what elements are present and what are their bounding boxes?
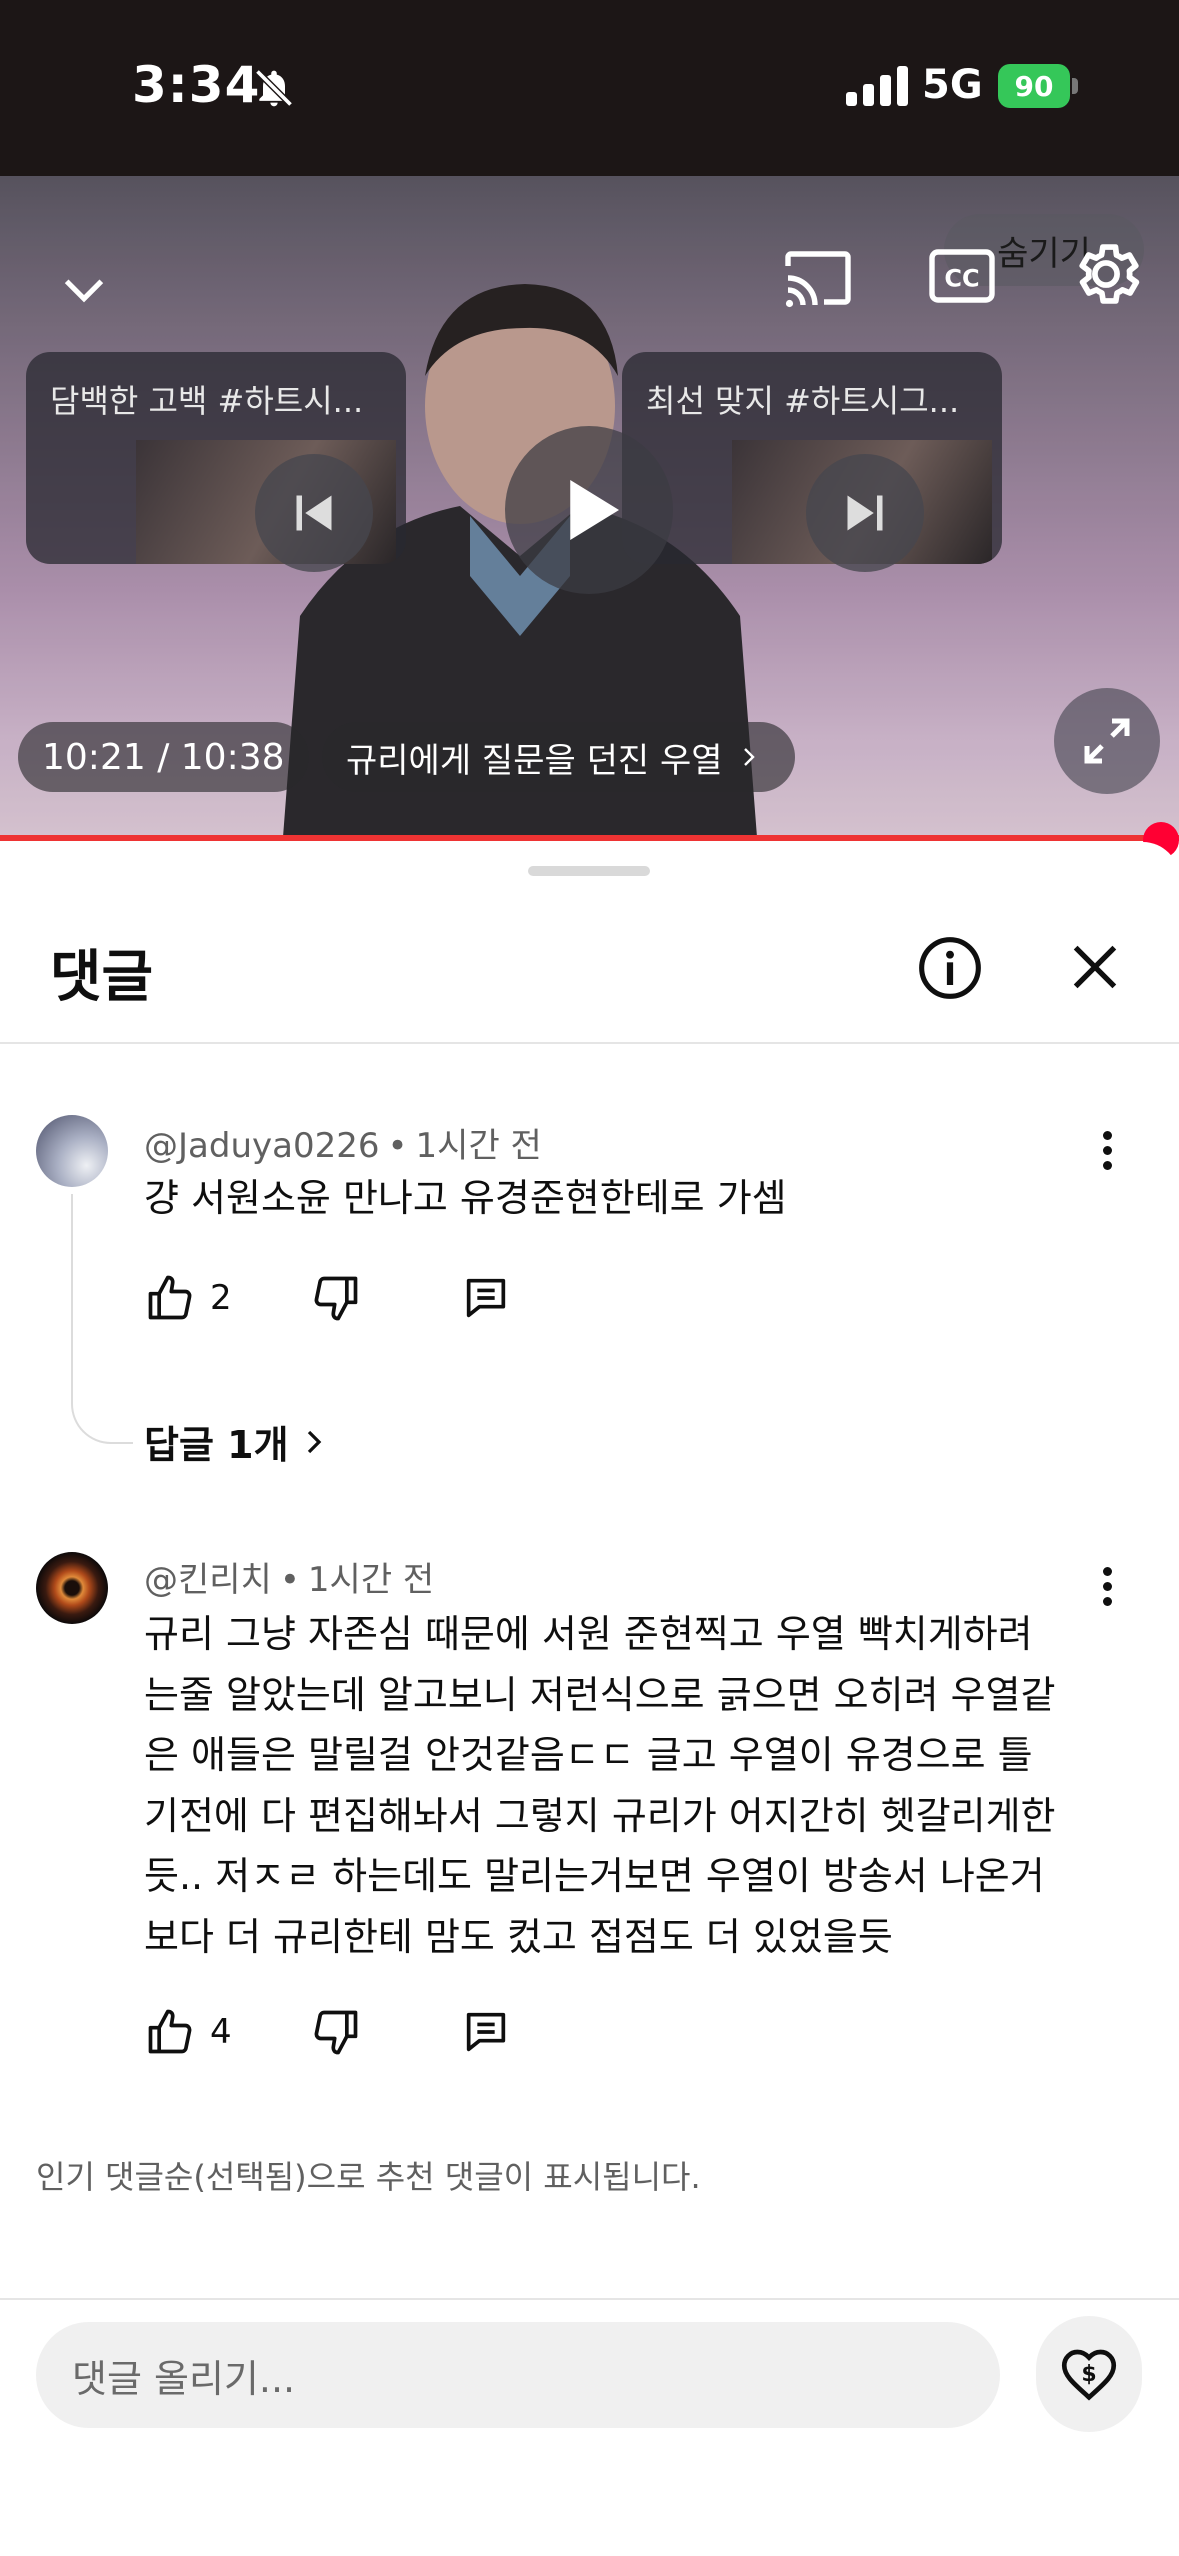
skip-next-icon xyxy=(847,495,883,531)
info-icon[interactable] xyxy=(916,934,984,1002)
super-thanks-button[interactable]: $ xyxy=(1036,2316,1142,2432)
comment-author[interactable]: @Jaduya0226 xyxy=(144,1126,379,1166)
super-thanks-icon: $ xyxy=(1061,2349,1117,2401)
comment-text: 걍 서원소윤 만나고 유경준현한테로 가셈 xyxy=(144,1176,787,1220)
skip-previous-icon xyxy=(296,495,332,531)
svg-text:$: $ xyxy=(1081,2362,1096,2387)
chapter-title: 규리에게 질문을 던진 우열 xyxy=(346,740,723,781)
reply-button[interactable] xyxy=(460,2006,512,2058)
previous-button[interactable] xyxy=(255,454,373,572)
time-display[interactable]: 10:21 / 10:38 xyxy=(18,722,309,792)
video-player[interactable]: 숨기기 CC 담백한 고백 #하트시... 최선 맞지 #하트시그... 10:… xyxy=(0,176,1179,836)
battery-level: 90 xyxy=(1014,69,1054,103)
like-button[interactable]: 2 xyxy=(144,1272,232,1324)
comments-title: 댓글 xyxy=(50,945,154,1010)
chapter-button[interactable]: 규리에게 질문을 던진 우열 xyxy=(322,722,795,792)
close-icon[interactable] xyxy=(1066,938,1124,996)
network-type: 5G xyxy=(922,62,983,108)
status-bar: 3:34 5G 90 xyxy=(0,0,1179,176)
thumb-up-icon xyxy=(148,2009,192,2054)
avatar[interactable] xyxy=(36,1115,108,1187)
cast-icon[interactable] xyxy=(782,242,854,314)
reply-icon xyxy=(466,2012,506,2052)
next-button[interactable] xyxy=(806,454,924,572)
cc-icon[interactable]: CC xyxy=(926,240,998,312)
comment-meta: @Jaduya0226 • 1시간 전 xyxy=(144,1126,542,1166)
thumb-up-icon xyxy=(148,1275,192,1320)
like-count: 4 xyxy=(210,2012,232,2052)
dislike-button[interactable] xyxy=(310,1272,362,1324)
play-icon xyxy=(570,480,619,540)
reply-icon xyxy=(466,1278,506,1318)
play-button[interactable] xyxy=(505,426,673,594)
drag-handle[interactable] xyxy=(528,866,650,876)
avatar[interactable] xyxy=(36,1552,108,1624)
comment-line: 은 애들은 말릴걸 안것같음ㄷㄷ 글고 우열이 유경으로 틀 xyxy=(144,1733,1033,1777)
sort-note: 인기 댓글순(선택됨)으로 추천 댓글이 표시됩니다. xyxy=(36,2158,701,2196)
status-time: 3:34 xyxy=(132,56,261,114)
like-count: 2 xyxy=(210,1278,232,1318)
next-video-title: 최선 맞지 #하트시그... xyxy=(646,382,960,420)
thumb-down-icon xyxy=(314,2010,358,2055)
comment-line: 기전에 다 편집해놔서 그렇지 규리가 어지간히 헷갈리게한 xyxy=(144,1793,1056,1838)
comment-text: 규리 그냥 자존심 때문에 서원 준현찍고 우열 빡치게하려 는줄 알았는데 알… xyxy=(144,1604,1144,1967)
fullscreen-button[interactable] xyxy=(1054,688,1160,794)
comment-author[interactable]: @킨리치 xyxy=(144,1560,272,1600)
comment-line: 보다 더 규리한테 맘도 컸고 접점도 더 있었을듯 xyxy=(144,1914,893,1959)
battery-indicator: 90 xyxy=(998,64,1078,108)
replies-label: 답글 1개 xyxy=(144,1423,289,1467)
prev-video-title: 담백한 고백 #하트시... xyxy=(50,382,364,420)
fullscreen-icon xyxy=(1084,718,1130,764)
reply-button[interactable] xyxy=(460,1272,512,1324)
header-divider xyxy=(0,1042,1179,1044)
comment-line: 는줄 알았는데 알고보니 저런식으로 긁으면 오히려 우열같 xyxy=(144,1672,1056,1717)
comment-input-placeholder: 댓글 올리기... xyxy=(72,2356,296,2401)
signal-icon xyxy=(846,66,908,106)
comment-line: 듯.. 저ㅈㄹ 하는데도 말리는거보면 우열이 방송서 나온거 xyxy=(144,1854,1045,1898)
view-replies-button[interactable]: 답글 1개 xyxy=(144,1414,329,1469)
thread-line xyxy=(71,1194,133,1444)
dislike-button[interactable] xyxy=(310,2006,362,2058)
like-button[interactable]: 4 xyxy=(144,2006,232,2058)
composer-divider xyxy=(0,2298,1179,2300)
comment-line: 규리 그냥 자존심 때문에 서원 준현찍고 우열 빡치게하려 xyxy=(144,1612,1033,1656)
comment-input[interactable]: 댓글 올리기... xyxy=(36,2322,1000,2428)
progress-bar[interactable] xyxy=(0,835,1179,841)
comment-time: 1시간 전 xyxy=(307,1560,435,1600)
svg-text:CC: CC xyxy=(944,265,979,293)
comment-time: 1시간 전 xyxy=(415,1126,542,1166)
chevron-down-icon[interactable] xyxy=(58,264,110,316)
chevron-right-icon xyxy=(743,748,755,766)
comment-meta: @킨리치 • 1시간 전 xyxy=(144,1560,435,1600)
thumb-down-icon xyxy=(314,1276,358,1321)
chevron-right-icon xyxy=(307,1430,321,1453)
bell-off-icon xyxy=(255,69,293,107)
time-text: 10:21 / 10:38 xyxy=(42,736,285,778)
gear-icon[interactable] xyxy=(1068,236,1144,312)
